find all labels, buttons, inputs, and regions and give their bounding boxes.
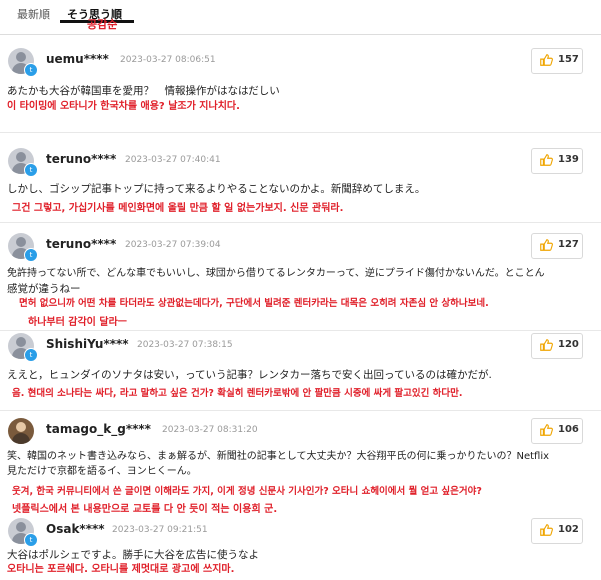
comment-text: あたかも大谷が韓国車を愛用？ 情報操作がはなはだしい [7, 85, 280, 97]
comment-translation: 오타니는 포르쉐다. 오타니를 제멋대로 광고에 쓰지마. [7, 564, 235, 575]
comment-username[interactable]: teruno**** [46, 237, 116, 251]
tab-latest[interactable]: 最新順 [17, 6, 50, 22]
twitter-badge-icon: t [24, 533, 38, 547]
thumbs-up-icon [540, 524, 553, 536]
like-count: 157 [558, 54, 579, 65]
divider [0, 132, 601, 133]
like-count: 120 [558, 339, 579, 350]
comment-translation: 웃겨, 한국 커뮤니티에서 쓴 글이면 이해라도 가지, 이게 정녕 신문사 기… [12, 486, 482, 497]
comment-username[interactable]: uemu**** [46, 52, 109, 66]
comment-translation: 음. 현대의 소나타는 싸다, 라고 말하고 싶은 건가? 확실히 렌터카로밖에… [12, 388, 463, 399]
comment-username[interactable]: tamago_k_g**** [46, 422, 151, 436]
comment-translation: 면허 없으니까 어떤 차를 타더라도 상관없는데다가, 구단에서 빌려준 렌터카… [19, 298, 489, 309]
comment-text: 大谷はポルシェですよ。勝手に大谷を広告に使うなよ [7, 549, 259, 561]
like-button[interactable]: 127 [531, 233, 583, 259]
comment-date: 2023-03-27 07:39:04 [125, 240, 221, 250]
like-button[interactable]: 102 [531, 518, 583, 544]
comment-date: 2023-03-27 09:21:51 [112, 525, 208, 535]
comment-text: しかし、ゴシップ記事トップに持って来るよりやることないのかよ。新聞辞めてしまえ。 [7, 183, 426, 195]
comment-translation-continued: 하나부터 감각이 달라ㅡ [28, 317, 127, 328]
twitter-badge-icon: t [24, 248, 38, 262]
comment-translation: 이 타이밍에 오타니가 한국차를 애용? 날조가 지나치다. [7, 101, 240, 112]
twitter-badge-icon: t [24, 348, 38, 362]
divider [0, 330, 601, 331]
divider [0, 410, 601, 411]
comment-date: 2023-03-27 07:38:15 [137, 340, 233, 350]
tab-translation-note: 공감순 [87, 18, 118, 31]
comment-text: ええと，ヒュンダイのソナタは安い，っていう記事？レンタカー落ちで安く出回っている… [7, 369, 492, 381]
twitter-badge-icon: t [24, 163, 38, 177]
like-count: 106 [558, 424, 579, 435]
comment-date: 2023-03-27 07:40:41 [125, 155, 221, 165]
like-count: 139 [558, 154, 579, 165]
comment-translation-continued: 넷플릭스에서 본 내용만으로 교토를 다 안 듯이 적는 이용희 군. [12, 504, 278, 515]
like-button[interactable]: 139 [531, 148, 583, 174]
comment-text: 免許持ってない所で、どんな車でもいいし、球団から借りてるレンタカーって、逆にプラ… [7, 268, 545, 279]
sort-tabs: 最新順 そう思う順 공감순 [0, 0, 601, 36]
like-button[interactable]: 157 [531, 48, 583, 74]
thumbs-up-icon [540, 54, 553, 66]
comment-date: 2023-03-27 08:06:51 [120, 55, 216, 65]
divider [0, 222, 601, 223]
like-button[interactable]: 106 [531, 418, 583, 444]
thumbs-up-icon [540, 154, 553, 166]
comment-text-continued: 見ただけで京都を語るイ、ヨンヒくーん。 [7, 466, 197, 477]
like-button[interactable]: 120 [531, 333, 583, 359]
thumbs-up-icon [540, 239, 553, 251]
like-count: 127 [558, 239, 579, 250]
comment-username[interactable]: teruno**** [46, 152, 116, 166]
comment-text: 笑、韓国のネット書き込みなら、まぁ解るが、新聞社の記事として大丈夫か？大谷翔平氏… [7, 451, 550, 462]
comment-username[interactable]: Osak**** [46, 522, 105, 536]
thumbs-up-icon [540, 424, 553, 436]
divider [0, 34, 601, 35]
comment-text-continued: 感覚が違うねー [7, 283, 81, 295]
like-count: 102 [558, 524, 579, 535]
twitter-badge-icon: t [24, 63, 38, 77]
comment-date: 2023-03-27 08:31:20 [162, 425, 258, 435]
thumbs-up-icon [540, 339, 553, 351]
comment-username[interactable]: ShishiYu**** [46, 337, 129, 351]
avatar [8, 418, 34, 444]
comment-translation: 그건 그렇고, 가십기사를 메인화면에 올릴 만큼 할 일 없는가보지. 신문 … [12, 203, 344, 214]
